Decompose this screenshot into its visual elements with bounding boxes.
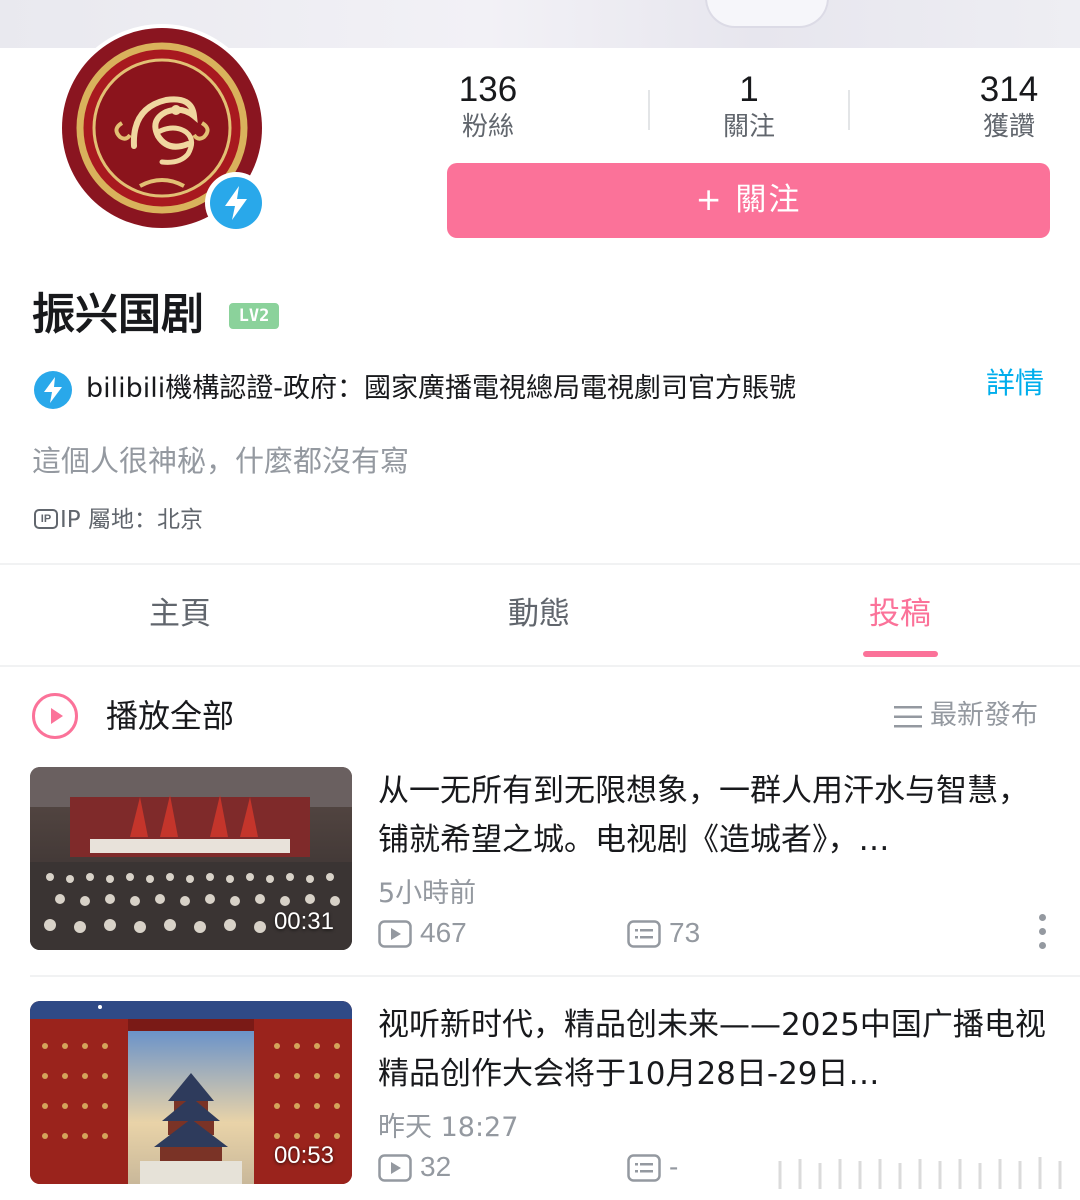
comment-count-value: -	[669, 1151, 679, 1182]
details-link[interactable]: 詳情	[986, 359, 1044, 407]
active-tab-indicator	[863, 651, 938, 657]
verified-badge	[205, 172, 267, 234]
following-stat[interactable]: 1 關注	[679, 70, 819, 144]
more-options-icon[interactable]	[1032, 912, 1052, 952]
play-all-button[interactable]: 播放全部	[106, 690, 234, 742]
profile-stats: 136 粉絲 1 關注 314 獲讚	[440, 70, 1060, 150]
section-divider	[0, 563, 1080, 565]
watermark-lines	[778, 1157, 1062, 1189]
banner-decoration	[705, 0, 829, 28]
tab-home[interactable]: 主頁	[80, 590, 280, 638]
stat-divider	[848, 90, 850, 130]
video-publish-time: 昨天 18:27	[378, 1112, 519, 1143]
video-item[interactable]: 00:31 从一无所有到无限想象，一群人用汗水与智慧，铺就希望之城。电视剧《造城…	[30, 767, 1080, 951]
follow-button[interactable]: + 關注	[447, 163, 1050, 238]
play-count-icon	[378, 1154, 412, 1182]
likes-count: 314	[979, 70, 1039, 109]
video-title[interactable]: 从一无所有到无限想象，一群人用汗水与智慧，铺就希望之城。电视剧《造城者》，…	[378, 767, 1048, 865]
video-duration: 00:31	[273, 908, 334, 935]
fans-label: 粉絲	[461, 112, 514, 142]
tab-dynamics[interactable]: 動態	[439, 590, 639, 638]
play-all-bar: 播放全部 最新發布	[30, 690, 1050, 746]
comment-icon	[627, 920, 661, 948]
following-count: 1	[739, 70, 759, 109]
fans-count: 136	[458, 70, 518, 109]
play-count-icon	[378, 920, 412, 948]
sort-label: 最新發布	[930, 700, 1038, 731]
ip-location-text: IP 屬地：北京	[60, 507, 203, 533]
lightning-icon	[225, 186, 247, 220]
play-all-icon[interactable]	[32, 693, 78, 739]
certification-row: bilibili機構認證-政府：國家廣播電視總局電視劇司官方賬號 詳情	[32, 365, 1052, 415]
video-thumbnail[interactable]: 00:31	[30, 767, 352, 950]
video-thumbnail[interactable]: 00:53	[30, 1001, 352, 1184]
verified-lightning-icon	[34, 371, 72, 409]
bio-text: 這個人很神秘，什麼都沒有寫	[32, 444, 410, 478]
likes-label: 獲讚	[982, 112, 1035, 142]
fans-stat[interactable]: 136 粉絲	[418, 70, 558, 144]
comment-icon	[627, 1154, 661, 1182]
tabs-divider	[0, 665, 1080, 667]
level-badge: LV2	[229, 303, 279, 329]
video-publish-time: 5小時前	[378, 878, 477, 909]
sort-button[interactable]: 最新發布	[894, 696, 1046, 736]
username: 振兴国剧	[32, 290, 204, 340]
tab-uploads[interactable]: 投稿	[800, 590, 1000, 638]
list-divider	[30, 975, 1080, 977]
likes-stat[interactable]: 314 獲讚	[939, 70, 1079, 144]
play-count-value: 467	[420, 917, 467, 948]
sort-list-icon	[894, 706, 922, 728]
stat-divider	[648, 90, 650, 130]
certification-text: bilibili機構認證-政府：國家廣播電視總局電視劇司官方賬號	[86, 373, 797, 404]
comment-count-value: 73	[669, 917, 701, 948]
video-title[interactable]: 视听新时代，精品创未来——2025中国广播电视精品创作大会将于10月28日-29…	[378, 1001, 1048, 1099]
video-duration: 00:53	[273, 1142, 334, 1169]
ip-icon: IP	[34, 509, 58, 529]
profile-tabs: 主頁 動態 投稿	[0, 566, 1080, 666]
following-label: 關注	[722, 112, 775, 142]
play-count-value: 32	[420, 1151, 452, 1182]
